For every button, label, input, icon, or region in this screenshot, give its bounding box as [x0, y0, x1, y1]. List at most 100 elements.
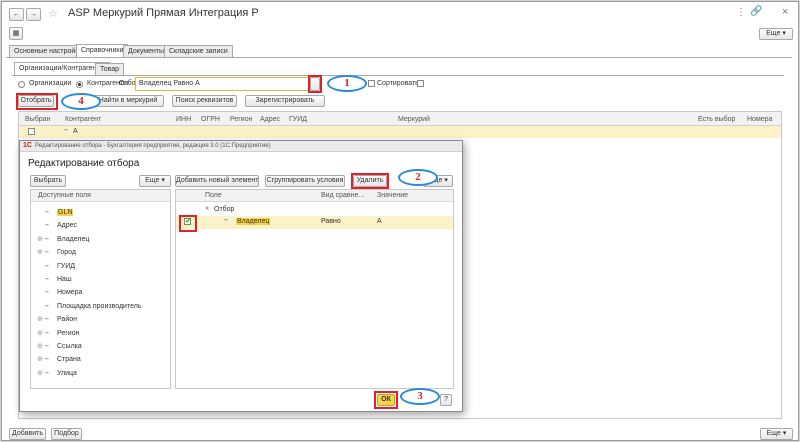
table-row[interactable]: – А	[19, 126, 781, 138]
col-field[interactable]: Поле	[205, 192, 222, 199]
available-field-item[interactable]: ⊕ – Улица	[37, 367, 77, 380]
field-dash-icon: –	[45, 356, 49, 364]
footer-select-button[interactable]: Подбор	[51, 428, 82, 440]
add-element-button[interactable]: Добавить новый элемент	[175, 175, 259, 187]
available-field-item[interactable]: ⊕ – Регион	[37, 327, 79, 340]
condition-row[interactable]: ✓ – Владелец Равно А	[176, 216, 453, 229]
field-dash-icon: –	[45, 209, 49, 216]
col-guid[interactable]: ГУИД	[289, 116, 307, 123]
filter-checkbox[interactable]	[368, 80, 375, 87]
register-button[interactable]: Зарегистрировать	[245, 95, 325, 107]
col-address[interactable]: Адрес	[260, 116, 280, 123]
expand-icon[interactable]: ⊕	[37, 233, 45, 246]
left-more-button[interactable]: Еще ▾	[139, 175, 171, 187]
col-region[interactable]: Регион	[230, 116, 252, 123]
available-field-item[interactable]: ⊕ – Район	[37, 313, 77, 326]
available-fields-panel: Доступные поля – GLN – Адрес ⊕ – Владелец ⊕ – Гор…	[30, 189, 171, 389]
window-title: ASP Меркурий Прямая Интеграция Р	[68, 7, 259, 19]
find-requisites-button[interactable]: Поиск реквизитов	[172, 95, 237, 107]
col-value[interactable]: Значение	[377, 192, 408, 199]
expand-icon[interactable]: ⊕	[37, 327, 45, 340]
dialog-titlebar: 1С Редактирование отбора - Бухгалтерия п…	[20, 141, 462, 152]
tab-warehouse-records[interactable]: Складские записи	[164, 45, 233, 57]
available-field-item[interactable]: – Номера	[37, 286, 82, 299]
col-has-choice[interactable]: Есть выбор	[698, 116, 735, 123]
main-tabs-divider	[6, 57, 792, 58]
col-numbers[interactable]: Номера	[747, 116, 772, 123]
field-dash-icon: –	[45, 276, 49, 283]
footer-add-button[interactable]: Добавить	[9, 428, 46, 440]
available-field-item[interactable]: – Площадка производитель	[37, 300, 141, 313]
back-button[interactable]: ←	[9, 8, 24, 21]
expand-icon[interactable]: ⊕	[37, 313, 45, 326]
row-select-checkbox[interactable]	[28, 128, 35, 135]
help-button[interactable]: ?	[440, 394, 452, 406]
find-mercury-button[interactable]: Найти в меркурий	[92, 95, 164, 107]
condition-dash-icon: –	[224, 217, 228, 224]
field-dash-icon: –	[45, 316, 49, 324]
available-field-label: Страна	[57, 356, 81, 364]
field-dash-icon: –	[45, 235, 49, 243]
col-selected[interactable]: Выбран	[25, 116, 50, 123]
tab-directories[interactable]: Справочники	[76, 44, 129, 57]
available-field-label: Район	[57, 316, 77, 324]
expand-icon[interactable]: ⊕	[37, 353, 45, 366]
top-more-button[interactable]: Еще ▾	[759, 28, 793, 40]
window-menu-icon[interactable]: ⋮	[736, 7, 746, 18]
field-dash-icon: –	[45, 329, 49, 337]
col-mercury[interactable]: Меркурий	[398, 116, 430, 123]
row-counterparty: А	[73, 128, 78, 135]
edit-filter-dialog: 1С Редактирование отбора - Бухгалтерия п…	[19, 140, 463, 412]
footer-more-button[interactable]: Еще ▾	[760, 428, 793, 440]
available-field-item[interactable]: ⊕ – Ссылка	[37, 340, 82, 353]
col-inn[interactable]: ИНН	[176, 116, 191, 123]
available-field-item[interactable]: – ГУИД	[37, 260, 75, 273]
condition-comparison: Равно	[321, 218, 341, 225]
col-ogrn[interactable]: ОГРН	[201, 116, 220, 123]
radio-organizations[interactable]	[18, 81, 25, 88]
radio-counterparties[interactable]	[76, 81, 83, 88]
available-field-item[interactable]: – Наш	[37, 273, 72, 286]
dialog-heading: Редактирование отбора	[28, 158, 140, 169]
condition-value: А	[377, 218, 382, 225]
available-field-label: Город	[57, 249, 76, 257]
field-dash-icon: –	[45, 343, 49, 350]
favorite-star-icon[interactable]: ☆	[48, 7, 58, 20]
report-icon-button[interactable]: ▦	[9, 27, 23, 40]
filter-field[interactable]: Владелец Равно А	[135, 77, 310, 91]
field-dash-icon: –	[45, 249, 49, 257]
main-window: ← → ☆ ASP Меркурий Прямая Интеграция Р ⋮…	[1, 1, 799, 441]
row-dash-icon: –	[64, 127, 68, 134]
expand-icon[interactable]: ⊕	[37, 367, 45, 380]
field-dash-icon: –	[45, 369, 49, 377]
group-conditions-button[interactable]: Сгруппировать условия	[265, 175, 345, 187]
highlight-ok-button	[374, 391, 398, 409]
sort-checkbox[interactable]	[417, 80, 424, 87]
available-fields-header: Доступные поля	[38, 192, 91, 199]
field-dash-icon: –	[45, 262, 49, 270]
available-field-item[interactable]: ⊕ – Город	[37, 246, 76, 259]
available-field-label: Улица	[57, 369, 77, 377]
app-logo-icon: 1С	[23, 142, 32, 149]
dialog-select-button[interactable]: Выбрать	[30, 175, 66, 187]
forward-button[interactable]: →	[26, 8, 41, 21]
close-window-icon[interactable]: ×	[782, 6, 788, 18]
expand-icon[interactable]: ⊕	[37, 340, 45, 353]
available-field-item[interactable]: – GLN	[37, 206, 74, 219]
filter-conditions-panel: Поле Вид сравне... Значение ● Отбор ✓ – …	[175, 189, 454, 389]
col-counterparty[interactable]: Контрагент	[65, 116, 101, 123]
tab-documents[interactable]: Документы	[123, 45, 170, 57]
available-field-label: Адрес	[57, 222, 78, 230]
available-field-label: Площадка производитель	[57, 302, 142, 310]
available-field-item[interactable]: – Адрес	[37, 219, 77, 232]
field-dash-icon: –	[45, 289, 49, 297]
link-icon[interactable]: 🔗	[750, 6, 762, 17]
expand-icon[interactable]: ⊕	[37, 246, 45, 259]
available-field-item[interactable]: ⊕ – Владелец	[37, 233, 89, 246]
highlight-condition-checkbox	[179, 215, 197, 232]
callout-4: 4	[61, 93, 101, 110]
callout-3: 3	[400, 388, 440, 405]
tab-goods[interactable]: Товар	[95, 63, 125, 75]
col-comparison[interactable]: Вид сравне...	[321, 192, 364, 199]
available-field-item[interactable]: ⊕ – Страна	[37, 353, 81, 366]
